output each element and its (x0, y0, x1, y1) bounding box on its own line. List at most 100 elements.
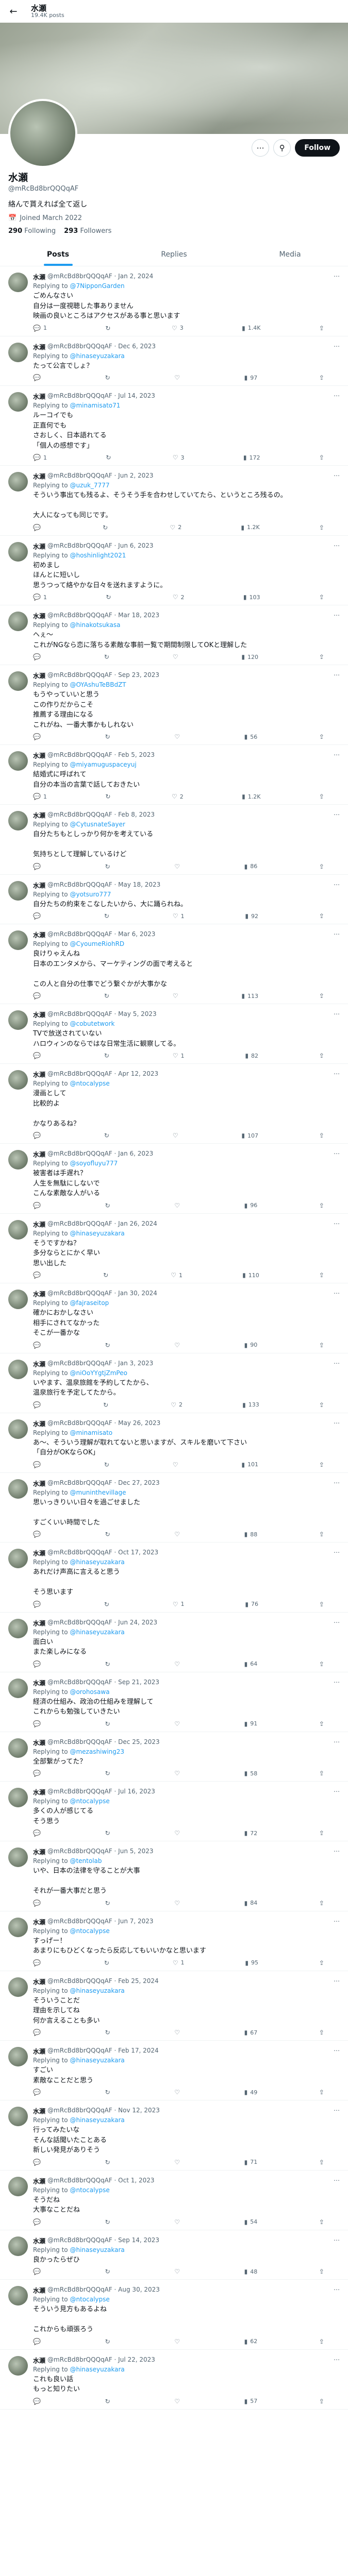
reply-item[interactable]: 水瀬 @mRcBd8brQQQqAF · Sep 23, 2023 ⋯ Replyin… (0, 665, 348, 745)
reply-item[interactable]: 水瀬 @mRcBd8brQQQqAF · Dec 6, 2023 ⋯ Replying… (0, 336, 348, 386)
follow-button[interactable]: Follow (295, 139, 340, 157)
like-action[interactable]: ♡ 3 (172, 325, 184, 332)
reply-action[interactable]: 💬 (33, 2159, 43, 2166)
repost-action[interactable]: ↻ (104, 1461, 112, 1468)
reply-avatar[interactable] (8, 1788, 28, 1807)
like-action[interactable]: ♡ (173, 1132, 181, 1139)
reply-mention[interactable]: @hinaseyuzakara (70, 2366, 124, 2373)
reply-item[interactable]: 水瀬 @mRcBd8brQQQqAF · Jun 24, 2023 ⋯ Replyin… (0, 1613, 348, 1672)
more-icon[interactable]: ⋯ (334, 2177, 340, 2185)
reply-mention[interactable]: @hinaseyuzakara (70, 1558, 124, 1566)
views-action[interactable]: ▮ 1.4K (242, 325, 260, 332)
more-icon[interactable]: ⋯ (334, 2286, 340, 2295)
views-action[interactable]: ▮ 64 (244, 1660, 258, 1668)
reply-mention[interactable]: @hinaseyuzakara (70, 2116, 124, 2124)
repost-action[interactable]: ↻ (103, 1272, 111, 1279)
repost-action[interactable]: ↻ (105, 733, 113, 740)
reply-action[interactable]: 💬 (33, 2029, 43, 2036)
reply-mention[interactable]: @hinaseyuzakara (70, 2057, 124, 2064)
reply-action[interactable]: 💬 (33, 1461, 43, 1468)
reply-item[interactable]: 水瀬 @mRcBd8brQQQqAF · Sep 14, 2023 ⋯ Replyin… (0, 2230, 348, 2280)
reply-mention[interactable]: @yotsuro777 (70, 891, 111, 898)
reply-mention[interactable]: @ntocalypse (70, 2187, 109, 2194)
reply-mention[interactable]: @OYAshuTeBBdZT (70, 681, 126, 688)
reply-author[interactable]: 水瀬 (33, 273, 45, 281)
like-action[interactable]: ♡ (174, 733, 183, 740)
views-action[interactable]: ▮ 57 (244, 2398, 258, 2405)
views-action[interactable]: ▮ 172 (243, 454, 260, 461)
share-action[interactable]: ⇪ (319, 733, 324, 740)
reply-action[interactable]: 💬 (33, 2338, 43, 2345)
repost-action[interactable]: ↻ (105, 1342, 113, 1349)
reply-author[interactable]: 水瀬 (33, 1619, 45, 1628)
reply-action[interactable]: 💬 (33, 1829, 43, 1837)
more-icon[interactable]: ⋯ (334, 612, 340, 620)
reply-author[interactable]: 水瀬 (33, 1549, 45, 1557)
reply-avatar[interactable] (8, 273, 28, 292)
reply-author[interactable]: 水瀬 (33, 343, 45, 351)
more-icon[interactable]: ⋯ (252, 139, 270, 157)
like-action[interactable]: ♡ 1 (173, 1959, 185, 1967)
more-icon[interactable]: ⋯ (334, 930, 340, 939)
repost-action[interactable]: ↻ (105, 2029, 113, 2036)
reply-item[interactable]: 水瀬 @mRcBd8brQQQqAF · Feb 8, 2023 ⋯ Replying… (0, 805, 348, 875)
reply-avatar[interactable] (8, 1290, 28, 1309)
more-icon[interactable]: ⋯ (334, 1070, 340, 1079)
share-action[interactable]: ⇪ (319, 992, 324, 999)
views-action[interactable]: ▮ 48 (244, 2268, 258, 2275)
views-action[interactable]: ▮ 86 (244, 863, 258, 870)
like-action[interactable]: ♡ (174, 863, 183, 870)
reply-author[interactable]: 水瀬 (33, 881, 45, 890)
more-icon[interactable]: ⋯ (334, 1150, 340, 1159)
share-action[interactable]: ⇪ (319, 2268, 324, 2275)
reply-item[interactable]: 水瀬 @mRcBd8brQQQqAF · Jun 7, 2023 ⋯ Replying… (0, 1911, 348, 1971)
share-action[interactable]: ⇪ (319, 1660, 324, 1668)
reply-item[interactable]: 水瀬 @mRcBd8brQQQqAF · Feb 5, 2023 ⋯ Replying… (0, 745, 348, 805)
reply-item[interactable]: 水瀬 @mRcBd8brQQQqAF · Aug 30, 2023 ⋯ Replyin… (0, 2280, 348, 2350)
reply-author[interactable]: 水瀬 (33, 542, 45, 551)
views-action[interactable]: ▮ 101 (241, 1461, 258, 1468)
reply-action[interactable]: 💬 (33, 1202, 43, 1209)
more-icon[interactable]: ⋯ (334, 2047, 340, 2056)
share-action[interactable]: ⇪ (319, 2338, 324, 2345)
reply-author[interactable]: 水瀬 (33, 1738, 45, 1747)
like-action[interactable]: ♡ (174, 2089, 183, 2096)
reply-mention[interactable]: @miyamuguspaceyuj (70, 761, 136, 768)
reply-item[interactable]: 水瀬 @mRcBd8brQQQqAF · Jun 6, 2023 ⋯ Replying… (0, 536, 348, 605)
like-action[interactable]: ♡ (174, 2268, 183, 2275)
reply-action[interactable]: 💬 (33, 912, 43, 920)
reply-avatar[interactable] (8, 2236, 28, 2256)
repost-action[interactable]: ↻ (105, 325, 113, 332)
reply-avatar[interactable] (8, 1848, 28, 1867)
reply-action[interactable]: 💬 (33, 524, 43, 531)
reply-avatar[interactable] (8, 2047, 28, 2066)
share-action[interactable]: ⇪ (319, 2089, 324, 2096)
more-icon[interactable]: ⋯ (334, 1010, 340, 1019)
reply-mention[interactable]: @ntocalypse (70, 2296, 109, 2303)
reply-mention[interactable]: @hinaseyuzakara (70, 2246, 124, 2253)
share-action[interactable]: ⇪ (319, 653, 324, 660)
reply-action[interactable]: 💬 1 (33, 793, 47, 800)
reply-avatar[interactable] (8, 1618, 28, 1638)
reply-action[interactable]: 💬 (33, 1052, 43, 1059)
reply-mention[interactable]: @hinaseyuzakara (70, 352, 124, 360)
reply-item[interactable]: 水瀬 @mRcBd8brQQQqAF · Jan 26, 2024 ⋯ Replyin… (0, 1214, 348, 1283)
reply-avatar[interactable] (8, 1419, 28, 1439)
views-action[interactable]: ▮ 1.2K (242, 793, 260, 800)
reply-avatar[interactable] (8, 1070, 28, 1090)
reply-action[interactable]: 💬 1 (33, 594, 47, 601)
like-action[interactable]: ♡ 2 (171, 1401, 183, 1409)
views-action[interactable]: ▮ 58 (244, 1770, 258, 1777)
like-action[interactable]: ♡ (174, 2398, 183, 2405)
like-action[interactable]: ♡ (174, 1829, 183, 1837)
repost-action[interactable]: ↻ (103, 524, 110, 531)
reply-action[interactable]: 💬 (33, 1342, 43, 1349)
reply-mention[interactable]: @fajraseitop (70, 1299, 109, 1307)
share-action[interactable]: ⇪ (319, 1531, 324, 1538)
repost-action[interactable]: ↻ (105, 2338, 113, 2345)
like-action[interactable]: ♡ 3 (173, 454, 185, 461)
repost-action[interactable]: ↻ (105, 1202, 113, 1209)
repost-action[interactable]: ↻ (103, 1401, 111, 1409)
more-icon[interactable]: ⋯ (334, 343, 340, 351)
reply-item[interactable]: 水瀬 @mRcBd8brQQQqAF · May 5, 2023 ⋯ Replying… (0, 1004, 348, 1064)
